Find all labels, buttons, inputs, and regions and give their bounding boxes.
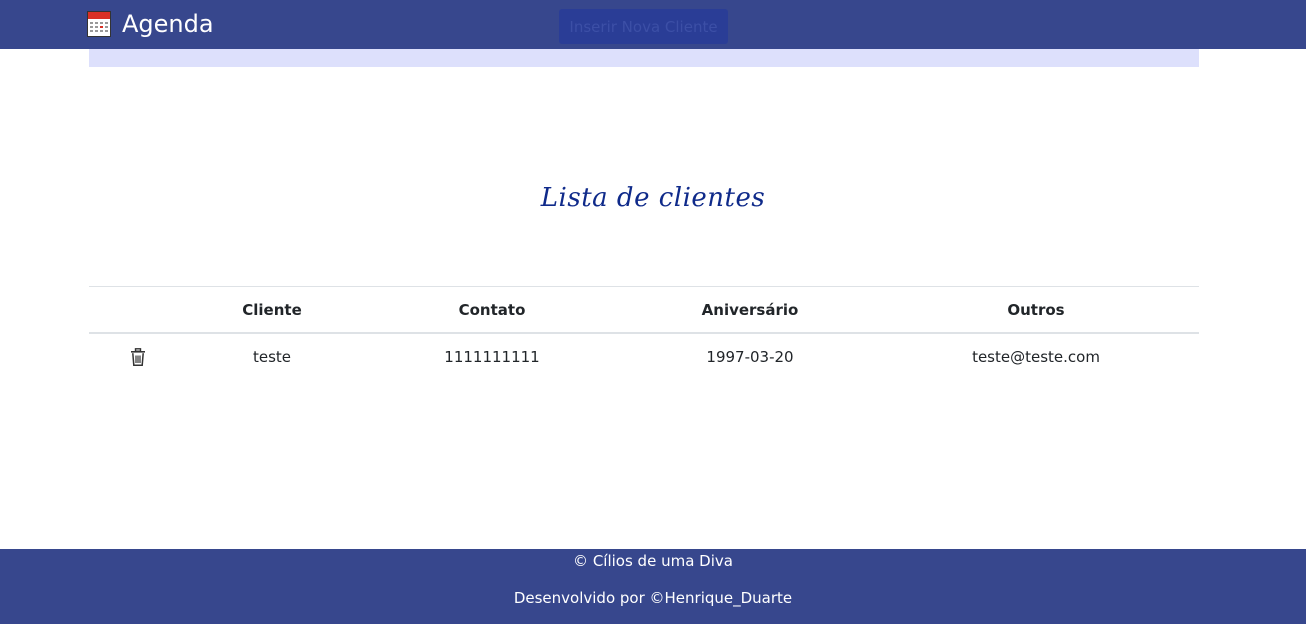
trash-icon[interactable] [130,348,146,367]
header-cliente: Cliente [187,286,357,334]
header-aniversario: Aniversário [627,286,873,334]
cell-contato: 1111111111 [444,348,540,366]
header-action [89,286,187,334]
header-contato: Contato [357,286,627,334]
clients-table: Cliente Contato Aniversário Outros teste… [89,286,1199,380]
table-row: teste 1111111111 1997-03-20 teste@teste.… [89,333,1199,380]
page-title: Lista de clientes [540,183,766,213]
cell-outros: teste@teste.com [972,348,1100,366]
calendar-icon [87,11,111,37]
cell-cliente: teste [252,348,292,366]
app-name: Agenda [122,10,214,38]
table-header-row: Cliente Contato Aniversário Outros [89,286,1199,334]
cell-aniversario: 1997-03-20 [706,348,794,366]
header-sub-band [89,49,1199,67]
footer-copyright: © Cílios de uma Diva [573,552,733,570]
insert-new-client-button[interactable]: Inserir Nova Cliente [559,9,728,44]
footer-developer: Desenvolvido por ©Henrique_Duarte [513,589,793,607]
footer: © Cílios de uma Diva Desenvolvido por ©H… [0,549,1306,624]
brand-link[interactable]: Agenda [87,11,214,37]
top-navbar: Agenda Inserir Nova Cliente [0,0,1306,49]
header-outros: Outros [873,286,1199,334]
row-action-cell [89,333,187,380]
